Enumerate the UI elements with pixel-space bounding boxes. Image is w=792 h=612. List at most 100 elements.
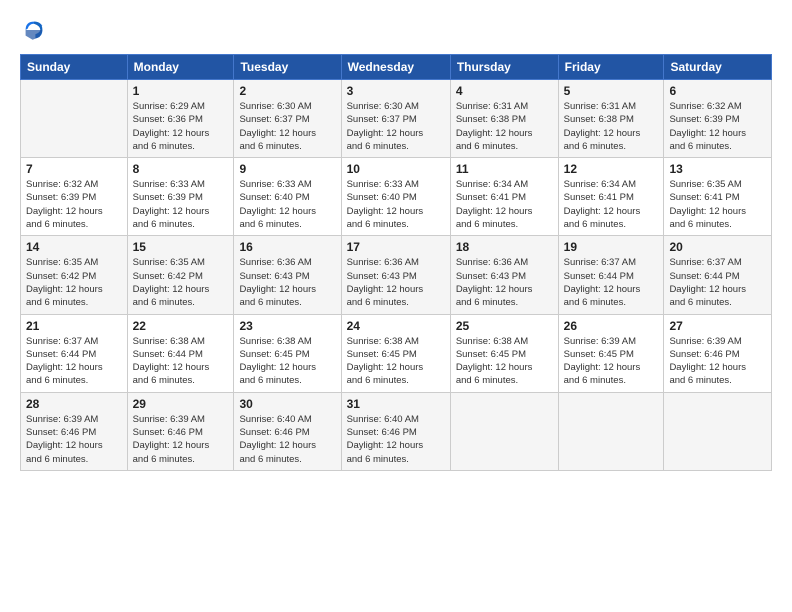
- day-number: 6: [669, 84, 766, 98]
- logo-icon: [20, 16, 48, 44]
- day-number: 17: [347, 240, 445, 254]
- day-info: Sunrise: 6:36 AM Sunset: 6:43 PM Dayligh…: [239, 256, 335, 309]
- day-info: Sunrise: 6:29 AM Sunset: 6:36 PM Dayligh…: [133, 100, 229, 153]
- calendar-cell: 13Sunrise: 6:35 AM Sunset: 6:41 PM Dayli…: [664, 158, 772, 236]
- day-number: 10: [347, 162, 445, 176]
- calendar-cell: 24 Sunrise: 6:38 AM Sunset: 6:45 PM Dayli…: [341, 314, 450, 392]
- day-info: Sunrise: 6:39 AM Sunset: 6:46 PM Dayligh…: [669, 335, 766, 388]
- calendar-cell: 3Sunrise: 6:30 AM Sunset: 6:37 PM Daylig…: [341, 80, 450, 158]
- calendar-cell: 22 Sunrise: 6:38 AM Sunset: 6:44 PM Dayli…: [127, 314, 234, 392]
- logo: [20, 16, 52, 44]
- day-number: 11: [456, 162, 553, 176]
- day-number: 12: [564, 162, 659, 176]
- day-info: Sunrise: 6:37 AM Sunset: 6:44 PM Dayligh…: [564, 256, 659, 309]
- day-number: 30: [239, 397, 335, 411]
- day-number: 15: [133, 240, 229, 254]
- calendar-week-3: 14 Sunrise: 6:35 AM Sunset: 6:42 PM Dayli…: [21, 236, 772, 314]
- day-number: 19: [564, 240, 659, 254]
- day-info: Sunrise: 6:32 AM Sunset: 6:39 PM Dayligh…: [26, 178, 122, 231]
- calendar-cell: [21, 80, 128, 158]
- header-cell-wednesday: Wednesday: [341, 55, 450, 80]
- day-info: Sunrise: 6:39 AM Sunset: 6:45 PM Dayligh…: [564, 335, 659, 388]
- day-info: Sunrise: 6:35 AM Sunset: 6:42 PM Dayligh…: [133, 256, 229, 309]
- day-number: 5: [564, 84, 659, 98]
- calendar-cell: 2Sunrise: 6:30 AM Sunset: 6:37 PM Daylig…: [234, 80, 341, 158]
- calendar-cell: 27 Sunrise: 6:39 AM Sunset: 6:46 PM Dayli…: [664, 314, 772, 392]
- day-number: 9: [239, 162, 335, 176]
- day-info: Sunrise: 6:31 AM Sunset: 6:38 PM Dayligh…: [456, 100, 553, 153]
- day-info: Sunrise: 6:38 AM Sunset: 6:45 PM Dayligh…: [456, 335, 553, 388]
- calendar-cell: 31Sunrise: 6:40 AM Sunset: 6:46 PM Dayli…: [341, 392, 450, 470]
- header-cell-sunday: Sunday: [21, 55, 128, 80]
- calendar-body: 1 Sunrise: 6:29 AM Sunset: 6:36 PM Daylig…: [21, 80, 772, 471]
- calendar-cell: 25 Sunrise: 6:38 AM Sunset: 6:45 PM Dayli…: [450, 314, 558, 392]
- calendar-cell: [664, 392, 772, 470]
- calendar-week-2: 7 Sunrise: 6:32 AM Sunset: 6:39 PM Daylig…: [21, 158, 772, 236]
- header-cell-tuesday: Tuesday: [234, 55, 341, 80]
- calendar-cell: 30Sunrise: 6:40 AM Sunset: 6:46 PM Dayli…: [234, 392, 341, 470]
- calendar-cell: 29Sunrise: 6:39 AM Sunset: 6:46 PM Dayli…: [127, 392, 234, 470]
- day-number: 1: [133, 84, 229, 98]
- day-info: Sunrise: 6:32 AM Sunset: 6:39 PM Dayligh…: [669, 100, 766, 153]
- calendar-cell: 28 Sunrise: 6:39 AM Sunset: 6:46 PM Dayli…: [21, 392, 128, 470]
- day-number: 26: [564, 319, 659, 333]
- day-info: Sunrise: 6:31 AM Sunset: 6:38 PM Dayligh…: [564, 100, 659, 153]
- calendar-cell: 8Sunrise: 6:33 AM Sunset: 6:39 PM Daylig…: [127, 158, 234, 236]
- calendar-cell: 20 Sunrise: 6:37 AM Sunset: 6:44 PM Dayli…: [664, 236, 772, 314]
- day-info: Sunrise: 6:35 AM Sunset: 6:42 PM Dayligh…: [26, 256, 122, 309]
- day-number: 24: [347, 319, 445, 333]
- calendar-cell: 18Sunrise: 6:36 AM Sunset: 6:43 PM Dayli…: [450, 236, 558, 314]
- header-cell-monday: Monday: [127, 55, 234, 80]
- day-info: Sunrise: 6:39 AM Sunset: 6:46 PM Dayligh…: [26, 413, 122, 466]
- day-number: 4: [456, 84, 553, 98]
- calendar-cell: 21 Sunrise: 6:37 AM Sunset: 6:44 PM Dayli…: [21, 314, 128, 392]
- calendar-week-4: 21 Sunrise: 6:37 AM Sunset: 6:44 PM Dayli…: [21, 314, 772, 392]
- day-number: 8: [133, 162, 229, 176]
- day-number: 21: [26, 319, 122, 333]
- calendar-cell: 23 Sunrise: 6:38 AM Sunset: 6:45 PM Dayli…: [234, 314, 341, 392]
- day-number: 29: [133, 397, 229, 411]
- calendar-cell: [450, 392, 558, 470]
- day-number: 22: [133, 319, 229, 333]
- calendar-cell: 7 Sunrise: 6:32 AM Sunset: 6:39 PM Daylig…: [21, 158, 128, 236]
- calendar-cell: 6 Sunrise: 6:32 AM Sunset: 6:39 PM Daylig…: [664, 80, 772, 158]
- day-number: 31: [347, 397, 445, 411]
- calendar-cell: 9Sunrise: 6:33 AM Sunset: 6:40 PM Daylig…: [234, 158, 341, 236]
- day-number: 14: [26, 240, 122, 254]
- day-info: Sunrise: 6:34 AM Sunset: 6:41 PM Dayligh…: [564, 178, 659, 231]
- calendar-cell: 5 Sunrise: 6:31 AM Sunset: 6:38 PM Daylig…: [558, 80, 664, 158]
- day-number: 20: [669, 240, 766, 254]
- calendar-cell: 26 Sunrise: 6:39 AM Sunset: 6:45 PM Dayli…: [558, 314, 664, 392]
- header-cell-saturday: Saturday: [664, 55, 772, 80]
- calendar-cell: 15 Sunrise: 6:35 AM Sunset: 6:42 PM Dayli…: [127, 236, 234, 314]
- calendar-cell: 14 Sunrise: 6:35 AM Sunset: 6:42 PM Dayli…: [21, 236, 128, 314]
- page: SundayMondayTuesdayWednesdayThursdayFrid…: [0, 0, 792, 612]
- day-number: 28: [26, 397, 122, 411]
- day-info: Sunrise: 6:38 AM Sunset: 6:45 PM Dayligh…: [347, 335, 445, 388]
- day-number: 27: [669, 319, 766, 333]
- header-cell-friday: Friday: [558, 55, 664, 80]
- day-number: 25: [456, 319, 553, 333]
- calendar-header-row: SundayMondayTuesdayWednesdayThursdayFrid…: [21, 55, 772, 80]
- day-number: 13: [669, 162, 766, 176]
- day-info: Sunrise: 6:38 AM Sunset: 6:44 PM Dayligh…: [133, 335, 229, 388]
- day-info: Sunrise: 6:36 AM Sunset: 6:43 PM Dayligh…: [347, 256, 445, 309]
- day-info: Sunrise: 6:30 AM Sunset: 6:37 PM Dayligh…: [239, 100, 335, 153]
- day-info: Sunrise: 6:37 AM Sunset: 6:44 PM Dayligh…: [26, 335, 122, 388]
- day-info: Sunrise: 6:37 AM Sunset: 6:44 PM Dayligh…: [669, 256, 766, 309]
- calendar-cell: 10Sunrise: 6:33 AM Sunset: 6:40 PM Dayli…: [341, 158, 450, 236]
- day-info: Sunrise: 6:30 AM Sunset: 6:37 PM Dayligh…: [347, 100, 445, 153]
- calendar-cell: 17 Sunrise: 6:36 AM Sunset: 6:43 PM Dayli…: [341, 236, 450, 314]
- day-info: Sunrise: 6:34 AM Sunset: 6:41 PM Dayligh…: [456, 178, 553, 231]
- day-info: Sunrise: 6:38 AM Sunset: 6:45 PM Dayligh…: [239, 335, 335, 388]
- calendar-cell: 12 Sunrise: 6:34 AM Sunset: 6:41 PM Dayli…: [558, 158, 664, 236]
- day-number: 7: [26, 162, 122, 176]
- day-number: 16: [239, 240, 335, 254]
- calendar-table: SundayMondayTuesdayWednesdayThursdayFrid…: [20, 54, 772, 471]
- calendar-cell: 19 Sunrise: 6:37 AM Sunset: 6:44 PM Dayli…: [558, 236, 664, 314]
- calendar-week-5: 28 Sunrise: 6:39 AM Sunset: 6:46 PM Dayli…: [21, 392, 772, 470]
- day-number: 23: [239, 319, 335, 333]
- header: [20, 16, 772, 44]
- day-number: 18: [456, 240, 553, 254]
- calendar-week-1: 1 Sunrise: 6:29 AM Sunset: 6:36 PM Daylig…: [21, 80, 772, 158]
